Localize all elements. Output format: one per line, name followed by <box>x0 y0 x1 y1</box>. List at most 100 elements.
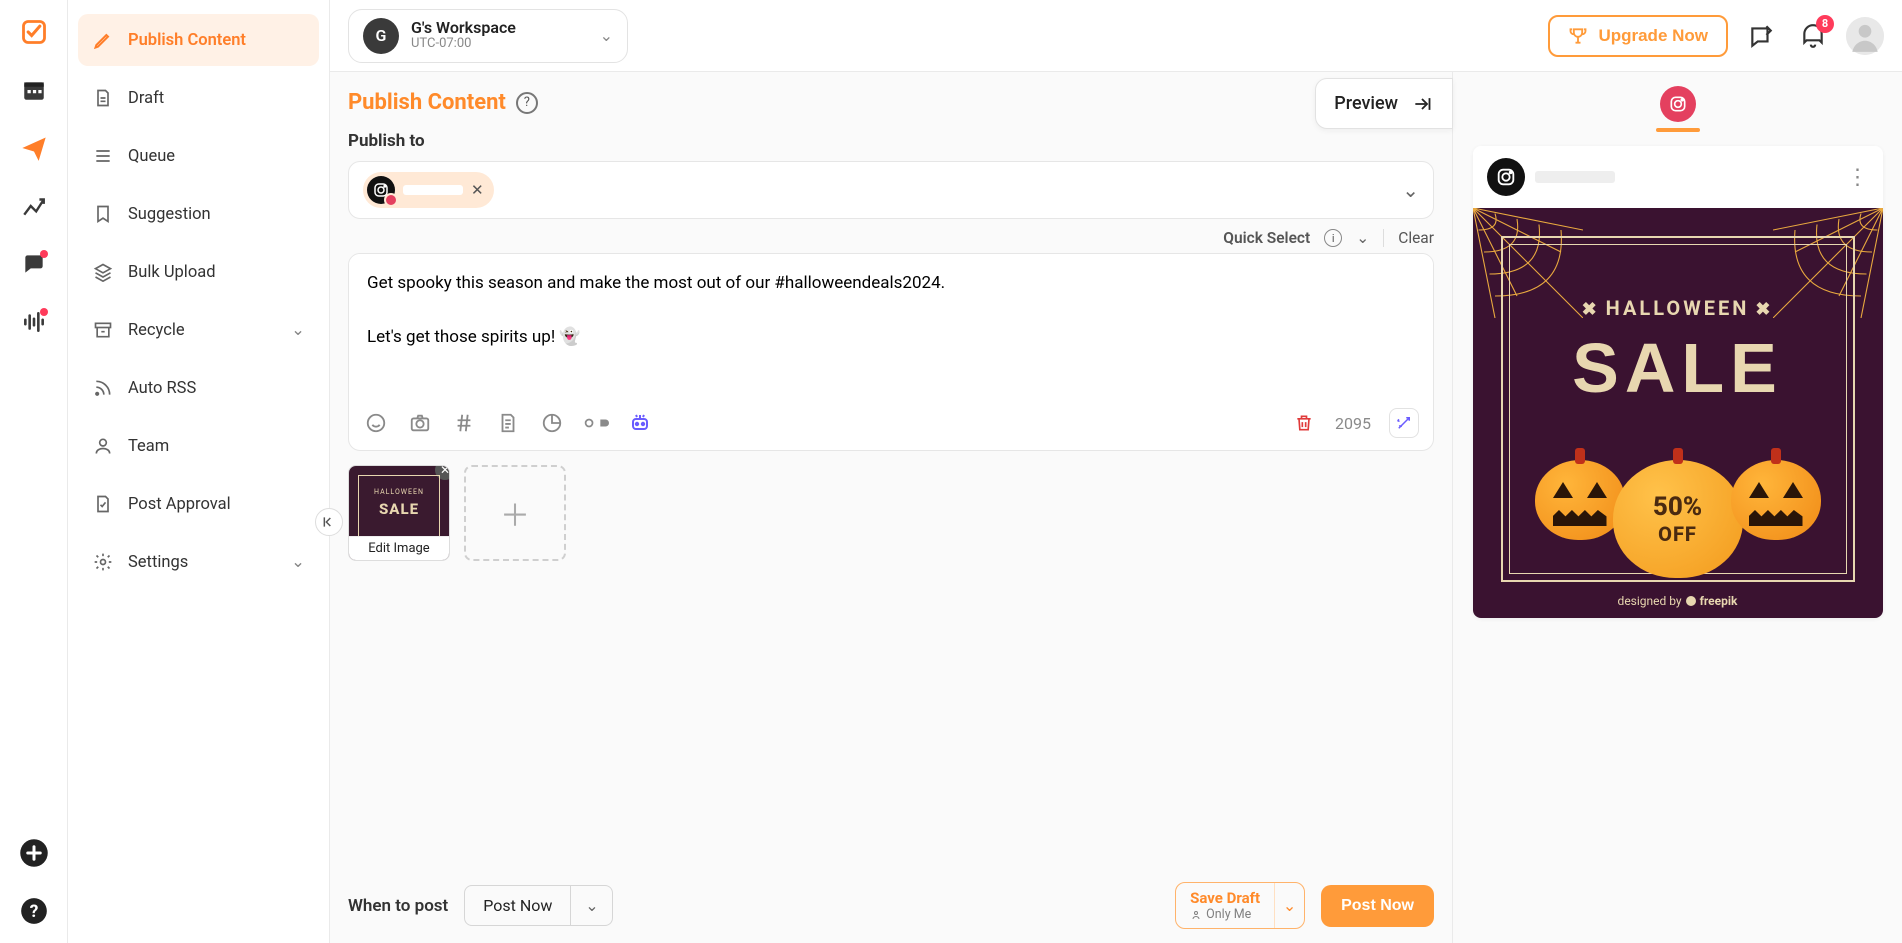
sidebar-item-post-approval[interactable]: Post Approval <box>78 478 319 530</box>
freepik-logo-icon <box>1685 595 1697 607</box>
when-to-post-label: When to post <box>348 896 448 916</box>
sidebar-item-queue[interactable]: Queue <box>78 130 319 182</box>
plugin-icon[interactable] <box>583 410 609 436</box>
check-file-icon <box>92 493 114 515</box>
help-tooltip-icon[interactable]: ? <box>516 92 538 114</box>
ai-robot-icon[interactable] <box>627 410 653 436</box>
audio-icon[interactable] <box>16 304 52 340</box>
sidebar-label: Queue <box>128 147 175 166</box>
icon-rail: ? <box>0 0 68 943</box>
save-draft-label: Save Draft <box>1190 889 1260 907</box>
publish-to-selector[interactable]: ✕ ⌄ <box>348 161 1434 219</box>
chevron-down-icon: ⌄ <box>600 26 613 45</box>
preview-sale-text: SALE <box>1473 328 1883 408</box>
secondary-sidebar: Publish Content Draft Queue Suggestion B… <box>68 0 330 943</box>
preview-account-name <box>1535 171 1615 183</box>
notifications-icon[interactable]: 8 <box>1794 17 1832 55</box>
publish-icon[interactable] <box>16 130 52 166</box>
preview-panel: ⋮ ✖HALLOWEEN✖ SALE 50%OFF <box>1452 72 1902 943</box>
preview-card: ⋮ ✖HALLOWEEN✖ SALE 50%OFF <box>1473 146 1883 618</box>
gear-icon <box>92 551 114 573</box>
add-media-button[interactable]: ＋ <box>464 465 566 561</box>
instagram-tab[interactable] <box>1660 86 1696 122</box>
preview-halloween-text: ✖HALLOWEEN✖ <box>1473 296 1883 320</box>
composer-panel: Preview Publish Content ? Publish to <box>330 72 1452 943</box>
more-dots-icon[interactable]: ⋮ <box>1847 165 1869 190</box>
discount-percent: 50% <box>1653 492 1702 522</box>
emoji-icon[interactable] <box>363 410 389 436</box>
remove-account-button[interactable]: ✕ <box>471 181 484 199</box>
sidebar-item-bulk-upload[interactable]: Bulk Upload <box>78 246 319 298</box>
profile-avatar[interactable] <box>1846 17 1884 55</box>
logo-icon[interactable] <box>16 14 52 50</box>
trophy-icon <box>1568 26 1588 46</box>
chevron-down-icon: ⌄ <box>291 320 305 340</box>
help-icon[interactable]: ? <box>16 893 52 929</box>
sidebar-label: Recycle <box>128 321 185 340</box>
clear-button[interactable]: Clear <box>1398 229 1434 247</box>
chevron-down-icon[interactable]: ⌄ <box>1274 883 1304 928</box>
sidebar-item-settings[interactable]: Settings ⌄ <box>78 536 319 588</box>
audio-badge-dot <box>40 308 48 316</box>
topbar: G G's Workspace UTC-07:00 ⌄ Upgrade Now … <box>330 0 1902 72</box>
upgrade-label: Upgrade Now <box>1598 26 1708 46</box>
char-count: 2095 <box>1335 414 1371 433</box>
instagram-icon <box>1495 166 1517 188</box>
preview-image: ✖HALLOWEEN✖ SALE 50%OFF designed by free… <box>1473 208 1883 618</box>
sidebar-label: Draft <box>128 89 164 108</box>
compose-note-icon[interactable] <box>1742 17 1780 55</box>
chevron-down-icon[interactable]: ⌄ <box>571 885 613 926</box>
preview-toggle-button[interactable]: Preview <box>1315 78 1453 129</box>
tab-underline <box>1656 128 1700 132</box>
editor-toolbar: 2095 <box>349 400 1433 450</box>
workspace-selector[interactable]: G G's Workspace UTC-07:00 ⌄ <box>348 9 628 63</box>
chart-pie-icon[interactable] <box>539 410 565 436</box>
image-credit: designed by freepik <box>1473 594 1883 608</box>
hashtag-icon[interactable] <box>451 410 477 436</box>
sidebar-item-team[interactable]: Team <box>78 420 319 472</box>
calendar-icon[interactable] <box>16 72 52 108</box>
chevron-down-icon[interactable]: ⌄ <box>1356 229 1369 247</box>
schedule-select[interactable]: Post Now ⌄ <box>464 885 613 926</box>
sidebar-label: Suggestion <box>128 205 211 224</box>
media-thumbnail[interactable]: ✕ HALLOWEEN SALE Edit Image <box>348 465 450 561</box>
upgrade-button[interactable]: Upgrade Now <box>1548 15 1728 57</box>
list-icon <box>92 145 114 167</box>
media-row: ✕ HALLOWEEN SALE Edit Image ＋ <box>348 465 1434 561</box>
user-icon <box>92 435 114 457</box>
camera-icon[interactable] <box>407 410 433 436</box>
thumb-sale: SALE <box>349 500 449 518</box>
sidebar-item-recycle[interactable]: Recycle ⌄ <box>78 304 319 356</box>
pencil-icon <box>92 29 114 51</box>
chat-icon[interactable] <box>16 246 52 282</box>
sidebar-item-auto-rss[interactable]: Auto RSS <box>78 362 319 414</box>
sidebar-label: Bulk Upload <box>128 263 216 282</box>
schedule-value: Post Now <box>464 885 571 926</box>
workspace-name: G's Workspace <box>411 19 516 37</box>
chat-badge-dot <box>40 250 48 258</box>
info-icon[interactable]: i <box>1324 229 1342 247</box>
file-icon <box>92 87 114 109</box>
preview-account-avatar <box>1487 158 1525 196</box>
svg-text:?: ? <box>29 902 38 922</box>
sidebar-item-suggestion[interactable]: Suggestion <box>78 188 319 240</box>
trash-icon[interactable] <box>1291 410 1317 436</box>
pumpkins-decoration: 50%OFF <box>1473 460 1883 578</box>
notification-badge: 8 <box>1816 15 1834 33</box>
template-icon[interactable] <box>495 410 521 436</box>
add-icon[interactable] <box>16 835 52 871</box>
sidebar-item-publish-content[interactable]: Publish Content <box>78 14 319 66</box>
sidebar-label: Publish Content <box>128 31 246 50</box>
save-draft-button[interactable]: Save Draft Only Me ⌄ <box>1175 882 1305 929</box>
sidebar-item-draft[interactable]: Draft <box>78 72 319 124</box>
visibility-label: Only Me <box>1190 907 1260 922</box>
collapse-sidebar-button[interactable] <box>315 508 343 536</box>
quick-select-button[interactable]: Quick Select <box>1223 229 1310 247</box>
bookmark-icon <box>92 203 114 225</box>
page-title: Publish Content <box>348 90 506 115</box>
preview-label: Preview <box>1334 93 1398 114</box>
post-now-button[interactable]: Post Now <box>1321 885 1434 927</box>
magic-wand-icon[interactable] <box>1389 408 1419 438</box>
post-textarea[interactable] <box>349 254 1433 396</box>
analytics-icon[interactable] <box>16 188 52 224</box>
